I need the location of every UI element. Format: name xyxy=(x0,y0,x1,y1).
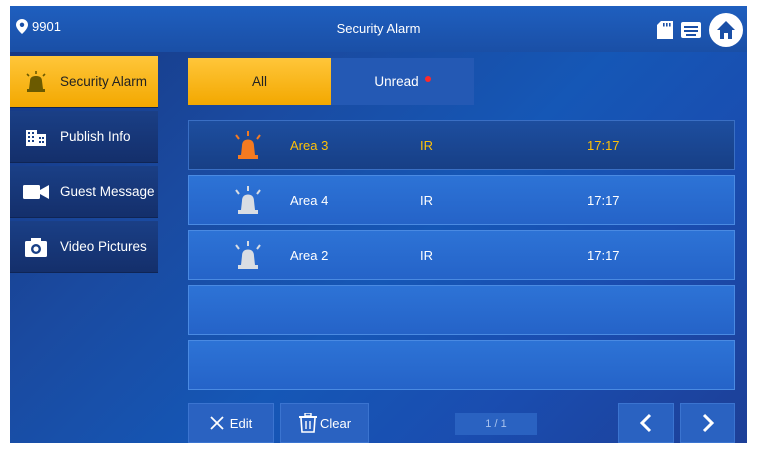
sidebar-item-guest-message[interactable]: Guest Message xyxy=(10,166,158,218)
video-camera-icon xyxy=(22,182,50,202)
tab-all[interactable]: All xyxy=(188,58,331,105)
alarm-time: 17:17 xyxy=(587,248,620,263)
sidebar-item-label: Publish Info xyxy=(60,129,131,144)
sidebar: Security Alarm Publish Info Guest Messag… xyxy=(10,56,158,276)
trash-icon xyxy=(298,413,317,433)
prev-page-button[interactable] xyxy=(618,403,674,443)
alarm-row[interactable]: Area 2 IR 17:17 xyxy=(188,230,735,280)
unread-dot xyxy=(424,75,431,82)
bottom-toolbar: Edit Clear 1 / 1 xyxy=(188,403,735,443)
alarm-type: IR xyxy=(420,193,433,208)
empty-row xyxy=(188,285,735,335)
sidebar-item-publish-info[interactable]: Publish Info xyxy=(10,111,158,163)
alarm-active-icon xyxy=(235,131,261,159)
message-card-icon[interactable] xyxy=(681,22,701,38)
building-icon xyxy=(22,127,50,147)
sidebar-item-label: Guest Message xyxy=(60,184,155,199)
alarm-time: 17:17 xyxy=(587,138,620,153)
next-page-button[interactable] xyxy=(680,403,735,443)
alarm-type: IR xyxy=(420,138,433,153)
clear-label: Clear xyxy=(319,415,352,431)
filter-tabs: All Unread xyxy=(188,58,474,105)
edit-label: Edit xyxy=(229,415,253,431)
alarm-type: IR xyxy=(420,248,433,263)
sidebar-item-label: Security Alarm xyxy=(60,74,148,89)
alarm-inactive-icon xyxy=(235,241,261,269)
sidebar-item-label: Video Pictures xyxy=(60,239,147,254)
alarm-row[interactable]: Area 4 IR 17:17 xyxy=(188,175,735,225)
home-button[interactable] xyxy=(709,13,743,47)
alarm-area: Area 2 xyxy=(290,248,329,263)
camera-icon xyxy=(22,237,50,257)
sidebar-item-security-alarm[interactable]: Security Alarm xyxy=(10,56,158,108)
alarm-area: Area 3 xyxy=(290,138,329,153)
chevron-left-icon xyxy=(639,413,652,433)
sd-card-icon xyxy=(657,21,673,39)
clear-button[interactable]: Clear xyxy=(280,403,369,443)
app-frame: 9901 Security Alarm Security Alarm Publi… xyxy=(10,6,747,443)
alarm-icon xyxy=(22,70,50,92)
tab-label: All xyxy=(251,74,267,89)
sidebar-item-video-pictures[interactable]: Video Pictures xyxy=(10,221,158,273)
page-indicator: 1 / 1 xyxy=(455,413,537,435)
close-x-icon xyxy=(210,416,224,430)
alarm-row[interactable]: Area 3 IR 17:17 xyxy=(188,120,735,170)
edit-button[interactable]: Edit xyxy=(188,403,274,443)
tab-label: Unread xyxy=(374,74,419,89)
alarm-inactive-icon xyxy=(235,186,261,214)
chevron-right-icon xyxy=(702,413,714,433)
top-bar: 9901 Security Alarm xyxy=(10,6,747,52)
alarm-time: 17:17 xyxy=(587,193,620,208)
home-icon xyxy=(717,21,735,39)
alarm-list: Area 3 IR 17:17 Area 4 IR 17:17 Area 2 I… xyxy=(188,120,735,395)
alarm-area: Area 4 xyxy=(290,193,329,208)
empty-row xyxy=(188,340,735,390)
tab-unread[interactable]: Unread xyxy=(331,58,474,105)
page-title: Security Alarm xyxy=(336,21,421,36)
